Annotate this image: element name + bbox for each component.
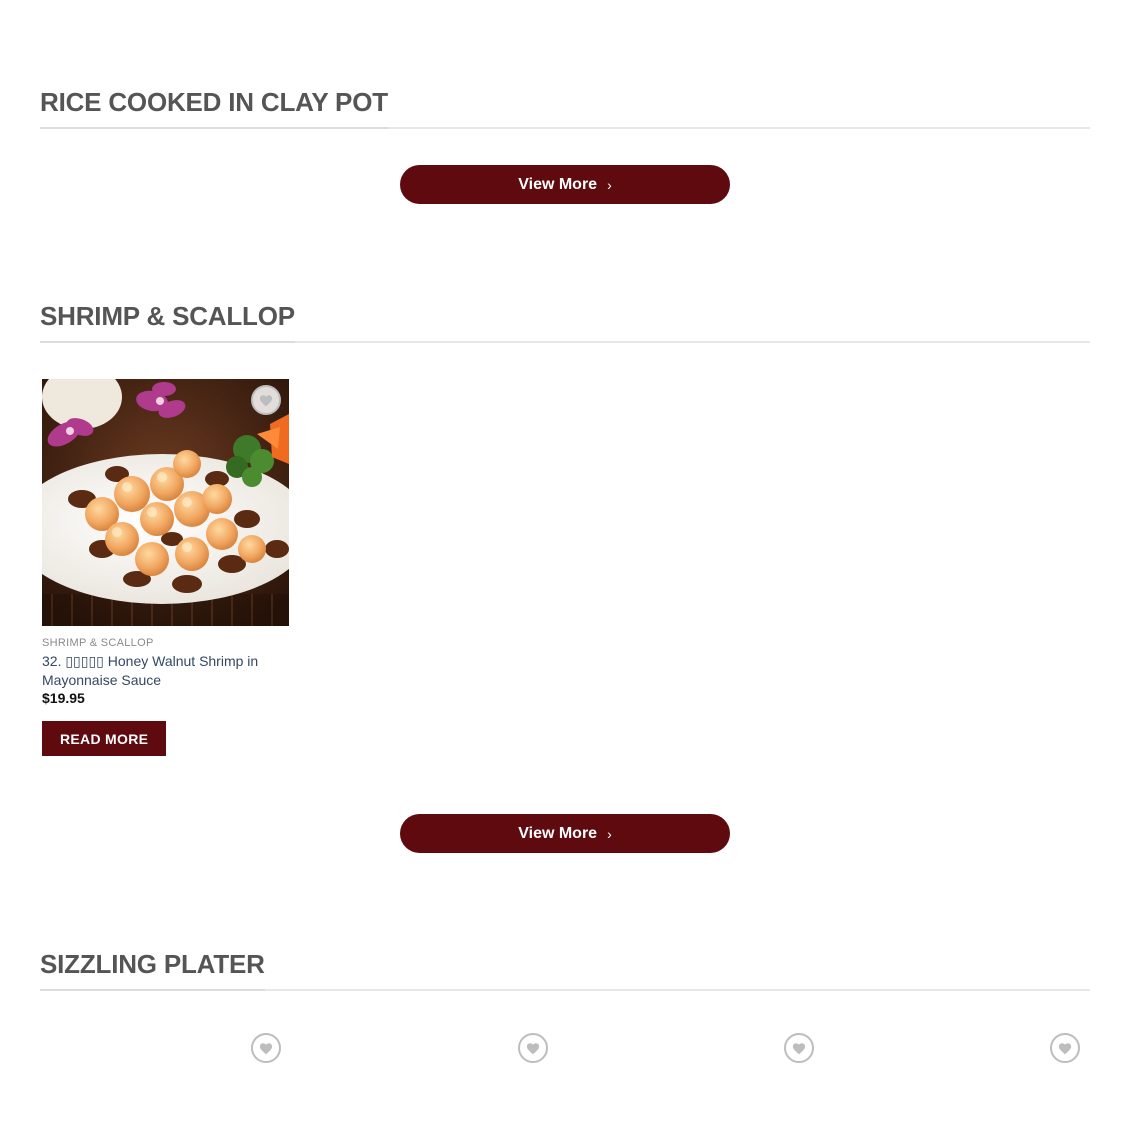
heart-icon xyxy=(526,1042,540,1054)
heart-icon xyxy=(1058,1042,1072,1054)
view-more-button[interactable]: View More › xyxy=(400,165,730,204)
heart-icon xyxy=(259,1042,273,1054)
view-more-button[interactable]: View More › xyxy=(400,814,730,853)
product-image[interactable] xyxy=(42,379,289,626)
heart-icon xyxy=(259,394,273,406)
honey-walnut-shrimp-photo xyxy=(42,379,289,626)
chevron-right-icon: › xyxy=(607,825,612,842)
section-title: SHRIMP & SCALLOP xyxy=(40,302,295,343)
wishlist-button[interactable] xyxy=(784,1033,814,1063)
product-card: SHRIMP & SCALLOP 32. ▯▯▯▯▯ Honey Walnut … xyxy=(42,379,289,756)
product-price: $19.95 xyxy=(42,690,85,706)
chevron-right-icon: › xyxy=(607,176,612,193)
wishlist-button[interactable] xyxy=(1050,1033,1080,1063)
wishlist-button[interactable] xyxy=(251,385,281,415)
section-header-sizzling-plater: SIZZLING PLATER xyxy=(40,950,1090,991)
page: RICE COOKED IN CLAY POT View More › SHRI… xyxy=(0,0,1130,1142)
wishlist-button[interactable] xyxy=(251,1033,281,1063)
read-more-button[interactable]: READ MORE xyxy=(42,721,167,756)
section-title: SIZZLING PLATER xyxy=(40,950,265,991)
product-category: SHRIMP & SCALLOP xyxy=(42,637,154,649)
wishlist-button[interactable] xyxy=(518,1033,548,1063)
heart-icon xyxy=(792,1042,806,1054)
view-more-label: View More xyxy=(518,175,598,193)
product-title-link[interactable]: 32. ▯▯▯▯▯ Honey Walnut Shrimp in Mayonna… xyxy=(42,652,289,690)
view-more-label: View More xyxy=(518,824,598,842)
section-header-rice-clay-pot: RICE COOKED IN CLAY POT xyxy=(40,88,1090,129)
section-title: RICE COOKED IN CLAY POT xyxy=(40,88,388,129)
section-header-shrimp-scallop: SHRIMP & SCALLOP xyxy=(40,302,1090,343)
